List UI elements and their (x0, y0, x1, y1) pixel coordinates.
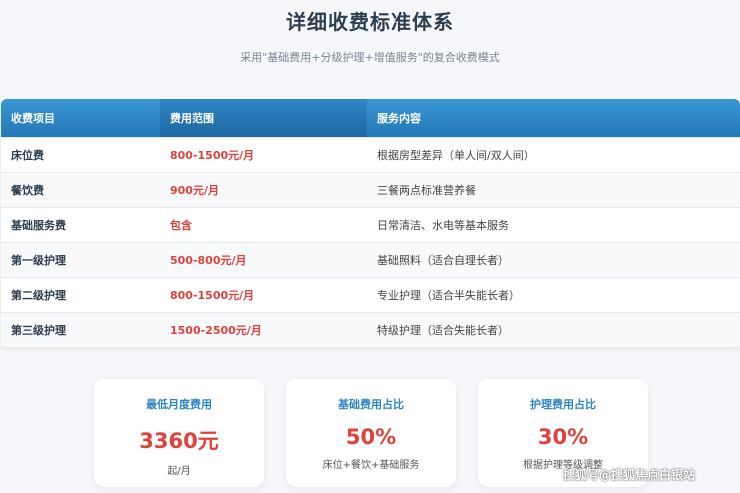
fee-range-cell: 1500-2500元/月 (160, 312, 367, 347)
fee-item-cell: 第二级护理 (1, 277, 160, 313)
stat-label: 护理费用占比 (530, 398, 596, 411)
column-header-service: 服务内容 (367, 99, 740, 138)
fee-item-cell: 第一级护理 (1, 242, 160, 278)
fee-item-cell: 床位费 (1, 137, 160, 173)
fee-range-cell: 800-1500元/月 (160, 137, 367, 173)
fee-service-cell: 特级护理（适合失能长者） (367, 312, 740, 347)
table-header-row: 收费项目 费用范围 服务内容 (1, 99, 740, 138)
table-row: 第三级护理 1500-2500元/月 特级护理（适合失能长者） (1, 312, 740, 347)
table-row: 餐饮费 900元/月 三餐两点标准营养餐 (1, 172, 740, 208)
stat-card-basic-ratio: 基础费用占比 50% 床位+餐饮+基础服务 (286, 379, 456, 487)
page-title: 详细收费标准体系 (286, 10, 454, 34)
stat-note: 床位+餐饮+基础服务 (322, 460, 420, 471)
stat-label: 基础费用占比 (338, 398, 404, 411)
fee-service-cell: 三餐两点标准营养餐 (367, 172, 740, 208)
page-subtitle: 采用"基础费用+分级护理+增值服务"的复合收费模式 (240, 51, 500, 64)
stat-value: 3360元 (139, 429, 219, 453)
stat-label: 最低月度费用 (146, 398, 212, 411)
fee-service-cell: 根据房型差异（单人间/双人间） (367, 137, 740, 173)
fee-item-cell: 第三级护理 (1, 312, 160, 347)
table-row: 床位费 800-1500元/月 根据房型差异（单人间/双人间） (1, 137, 740, 173)
fee-service-cell: 基础照料（适合自理长者） (367, 242, 740, 278)
fee-item-cell: 基础服务费 (1, 207, 160, 243)
stat-card-min-monthly: 最低月度费用 3360元 起/月 (94, 379, 264, 487)
stat-note: 起/月 (167, 466, 191, 477)
table-row: 第二级护理 800-1500元/月 专业护理（适合半失能长者） (1, 277, 740, 313)
column-header-item: 收费项目 (1, 99, 160, 138)
fee-item-cell: 餐饮费 (1, 172, 160, 208)
table-row: 第一级护理 500-800元/月 基础照料（适合自理长者） (1, 242, 740, 278)
table-row: 基础服务费 包含 日常清洁、水电等基本服务 (1, 207, 740, 243)
fee-service-cell: 日常清洁、水电等基本服务 (367, 207, 740, 243)
stat-value: 30% (537, 425, 589, 449)
watermark-text: 搜狐号@搜狐焦点白银站 (563, 468, 696, 482)
fee-table: 收费项目 费用范围 服务内容 床位费 800-1500元/月 根据房型差异（单人… (1, 99, 740, 347)
column-header-range: 费用范围 (160, 99, 367, 138)
fee-range-cell: 包含 (160, 207, 367, 243)
fee-service-cell: 专业护理（适合半失能长者） (367, 277, 740, 313)
fee-range-cell: 500-800元/月 (160, 242, 367, 278)
fee-range-cell: 900元/月 (160, 172, 367, 208)
fee-range-cell: 800-1500元/月 (160, 277, 367, 313)
stat-value: 50% (345, 425, 397, 449)
